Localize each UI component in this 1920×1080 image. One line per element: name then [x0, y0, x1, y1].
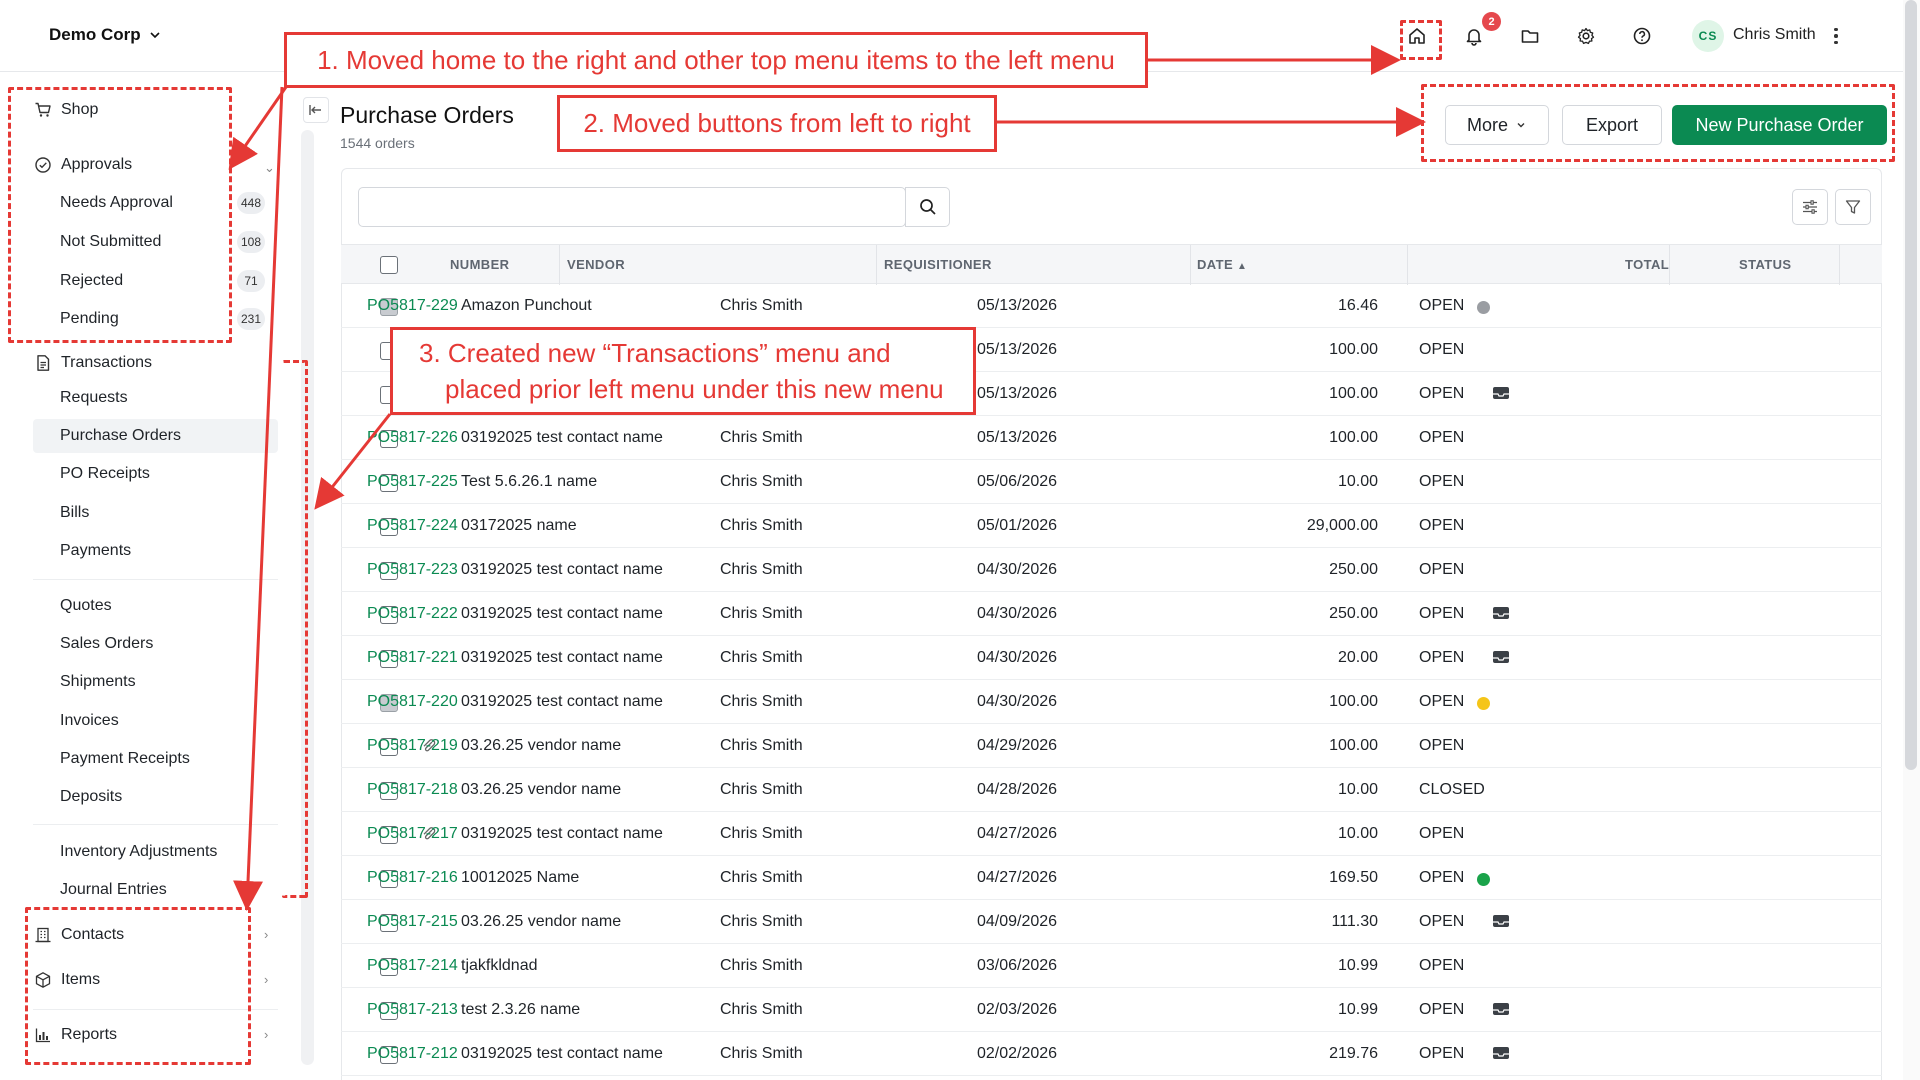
annotation-note-1: 1. Moved home to the right and other top… [284, 32, 1148, 88]
annotation-note-2: 2. Moved buttons from left to right [557, 95, 997, 152]
annotation-note-3-line-1: 3. Created new “Transactions” menu and [419, 337, 891, 368]
annotation-note-3-line-2: placed prior left menu under this new me… [445, 374, 944, 404]
annotation-box-bottom-menu [25, 907, 251, 1065]
annotation-note-3: 3. Created new “Transactions” menu and p… [390, 327, 976, 415]
annotation-box-transactions [282, 360, 308, 898]
annotation-box-approvals [8, 87, 232, 343]
annotation-box-buttons [1421, 84, 1895, 162]
annotation-box-home [1400, 20, 1442, 60]
